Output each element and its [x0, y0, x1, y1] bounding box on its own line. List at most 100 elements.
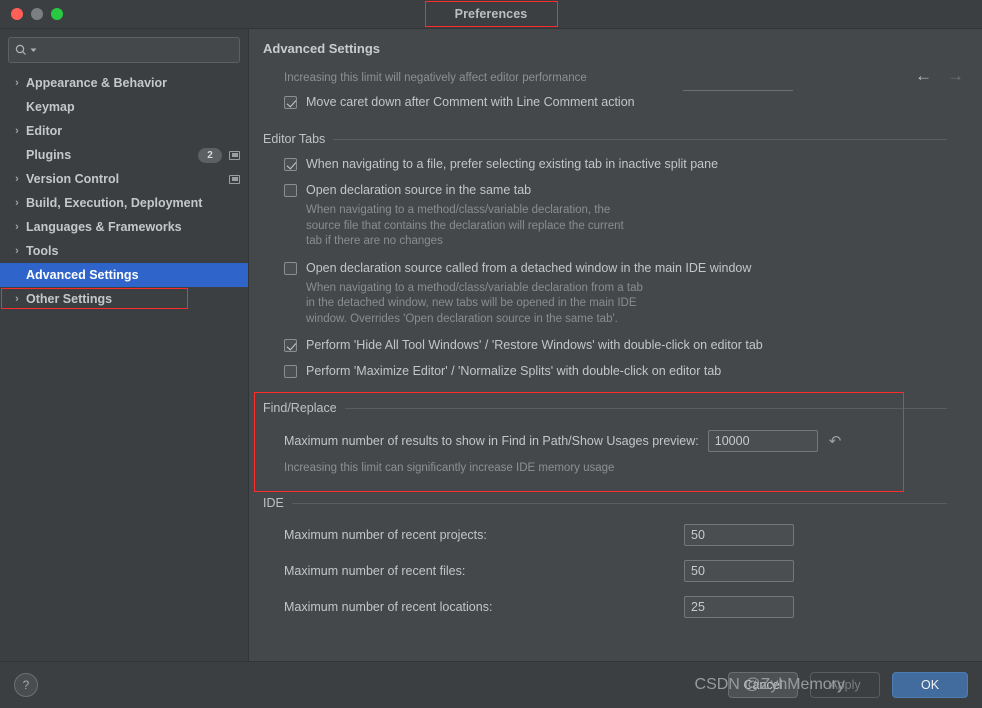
sidebar-item-label: Appearance & Behavior: [26, 76, 168, 90]
sidebar-item-keymap[interactable]: › Keymap: [0, 95, 248, 119]
checkbox-icon[interactable]: [284, 96, 297, 109]
search-icon: [15, 44, 26, 55]
checkbox-row-maximize-editor[interactable]: Perform 'Maximize Editor' / 'Normalize S…: [284, 364, 964, 379]
field-row-max-results: Maximum number of results to show in Fin…: [284, 430, 964, 452]
section-header-ide: IDE: [263, 496, 964, 510]
checkbox-label: When navigating to a file, prefer select…: [306, 157, 719, 171]
checkbox-label: Open declaration source called from a de…: [306, 260, 752, 275]
field-label: Maximum number of recent locations:: [284, 600, 493, 614]
sidebar-item-label: Version Control: [26, 172, 120, 186]
sidebar-item-editor[interactable]: › Editor: [0, 119, 248, 143]
checkbox-row-move-caret[interactable]: Move caret down after Comment with Line …: [284, 95, 964, 110]
field-row-recent-files: Maximum number of recent files:: [284, 560, 964, 582]
window-controls: [0, 8, 63, 20]
sidebar-item-indicators: [229, 174, 240, 184]
checkbox-icon[interactable]: [284, 261, 297, 275]
checkbox-row-open-declaration-same-tab[interactable]: Open declaration source in the same tab: [284, 183, 964, 198]
checkbox-icon[interactable]: [284, 158, 297, 171]
tool-window-icon[interactable]: [229, 150, 240, 160]
title-bar: Preferences: [0, 0, 982, 29]
sidebar-item-indicators: 2: [198, 147, 240, 163]
sidebar-item-label: Editor: [26, 124, 63, 138]
sidebar-search-wrapper: [0, 29, 248, 69]
section-title: IDE: [263, 496, 284, 510]
dialog-footer: ? Cancel Apply OK CSDN @ZyhMemory: [0, 661, 982, 708]
field-label: Maximum number of recent files:: [284, 564, 466, 578]
section-header-editor-tabs: Editor Tabs: [263, 132, 964, 146]
sidebar-item-languages-frameworks[interactable]: › Languages & Frameworks: [0, 215, 248, 239]
option-description: When navigating to a method/class/variab…: [306, 281, 643, 325]
checkbox-label: Perform 'Hide All Tool Windows' / 'Resto…: [306, 338, 763, 352]
field-row-recent-projects: Maximum number of recent projects:: [284, 524, 964, 546]
help-button[interactable]: ?: [14, 673, 38, 697]
checkbox-row-prefer-existing-tab[interactable]: When navigating to a file, prefer select…: [284, 157, 964, 172]
apply-button: Apply: [810, 672, 880, 698]
chevron-right-icon[interactable]: ›: [10, 293, 24, 305]
chevron-right-icon[interactable]: ›: [10, 197, 24, 209]
navigation-arrows: ← →: [915, 67, 964, 84]
sidebar-item-label: Keymap: [26, 100, 75, 114]
recent-projects-input[interactable]: [684, 524, 794, 546]
chevron-right-icon[interactable]: ›: [10, 125, 24, 137]
field-label: Maximum number of results to show in Fin…: [284, 434, 699, 448]
section-divider: [333, 138, 947, 140]
clipped-field-above: [683, 89, 793, 91]
chevron-right-icon[interactable]: ›: [10, 245, 24, 257]
preferences-window: Preferences › Appearance & Behavior Keym…: [0, 0, 982, 708]
chevron-right-icon[interactable]: ›: [10, 77, 24, 89]
top-hint-text: Increasing this limit will negatively af…: [284, 72, 587, 84]
chevron-right-icon[interactable]: ›: [10, 173, 24, 185]
forward-arrow-icon: →: [947, 66, 964, 85]
sidebar-item-label: Build, Execution, Deployment: [26, 196, 203, 210]
checkbox-icon[interactable]: [284, 365, 297, 378]
find-replace-hint: Increasing this limit can significantly …: [284, 462, 615, 474]
checkbox-label: Perform 'Maximize Editor' / 'Normalize S…: [306, 364, 722, 378]
sidebar-item-label: Tools: [26, 244, 59, 258]
back-arrow-icon[interactable]: ←: [915, 67, 932, 84]
checkbox-row-open-declaration-detached-window[interactable]: Open declaration source called from a de…: [284, 261, 964, 276]
field-row-recent-locations: Maximum number of recent locations:: [284, 596, 964, 618]
sidebar-item-other-settings[interactable]: › Other Settings: [0, 287, 248, 311]
title-annotation-box: [425, 1, 558, 27]
cancel-button[interactable]: Cancel: [728, 672, 798, 698]
sidebar-item-advanced-settings[interactable]: › Advanced Settings: [0, 263, 248, 287]
dialog-body: › Appearance & Behavior › Keymap › Edito…: [0, 29, 982, 661]
section-header-find-replace: Find/Replace: [263, 401, 964, 415]
search-input[interactable]: [40, 40, 233, 60]
max-results-input[interactable]: [707, 430, 818, 452]
sidebar-item-plugins[interactable]: › Plugins 2: [0, 143, 248, 167]
checkbox-row-hide-all-tool-windows[interactable]: Perform 'Hide All Tool Windows' / 'Resto…: [284, 338, 964, 353]
sidebar-item-build-execution-deployment[interactable]: › Build, Execution, Deployment: [0, 191, 248, 215]
search-box[interactable]: [8, 37, 240, 63]
revert-arrow-icon[interactable]: ↶: [829, 434, 842, 449]
footer-buttons: Cancel Apply OK: [728, 672, 968, 698]
chevron-down-icon[interactable]: [30, 47, 37, 54]
sidebar-item-label: Other Settings: [26, 292, 113, 306]
settings-tree: › Appearance & Behavior › Keymap › Edito…: [0, 69, 248, 311]
chevron-right-icon[interactable]: ›: [10, 221, 24, 233]
recent-locations-input[interactable]: [684, 596, 794, 618]
checkbox-icon[interactable]: [284, 339, 297, 352]
checkbox-icon[interactable]: [284, 184, 297, 197]
ok-button[interactable]: OK: [892, 672, 968, 698]
section-title: Find/Replace: [263, 401, 337, 415]
field-label: Maximum number of recent projects:: [284, 528, 487, 542]
minimize-button[interactable]: [31, 8, 43, 20]
close-button[interactable]: [11, 8, 23, 20]
plugins-update-badge: 2: [198, 147, 222, 163]
sidebar-item-label: Plugins: [26, 148, 72, 162]
section-divider: [291, 502, 947, 504]
settings-sidebar: › Appearance & Behavior › Keymap › Edito…: [0, 29, 249, 661]
option-description: When navigating to a method/class/variab…: [306, 204, 624, 247]
section-divider: [344, 407, 947, 409]
find-replace-group: Find/Replace Maximum number of results t…: [254, 392, 964, 492]
tool-window-icon[interactable]: [229, 174, 240, 184]
section-title: Editor Tabs: [263, 132, 326, 146]
sidebar-item-label: Advanced Settings: [26, 268, 139, 282]
sidebar-item-tools[interactable]: › Tools: [0, 239, 248, 263]
sidebar-item-version-control[interactable]: › Version Control: [0, 167, 248, 191]
recent-files-input[interactable]: [684, 560, 794, 582]
maximize-button[interactable]: [51, 8, 63, 20]
settings-content-pane: ← → Advanced Settings Increasing this li…: [249, 29, 982, 661]
sidebar-item-appearance-behavior[interactable]: › Appearance & Behavior: [0, 71, 248, 95]
